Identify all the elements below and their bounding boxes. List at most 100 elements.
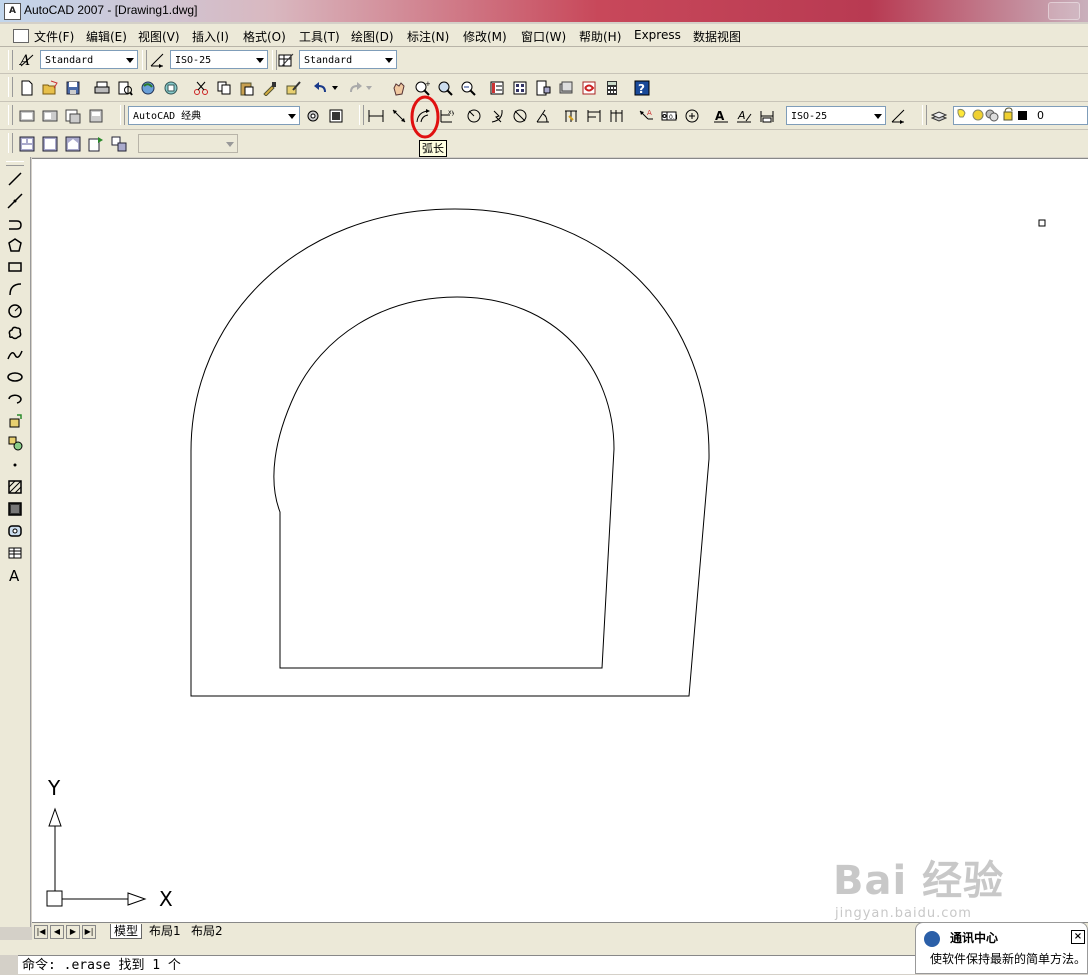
point-tool-icon[interactable] [6, 456, 24, 474]
next-tab-button[interactable]: ▶ [66, 925, 80, 939]
print-icon[interactable] [93, 79, 111, 97]
tab-layout1[interactable]: 布局1 [146, 924, 184, 938]
multiline-text-icon[interactable]: A [6, 566, 24, 584]
first-tab-button[interactable]: |◀ [34, 925, 48, 939]
linear-dimension-icon[interactable] [367, 107, 385, 125]
cut-icon[interactable] [192, 79, 210, 97]
zoom-previous-icon[interactable] [459, 79, 477, 97]
publish-icon[interactable] [139, 79, 157, 97]
polygonal-viewport-icon[interactable] [64, 135, 82, 153]
menu-data-view[interactable]: 数据视图 [693, 28, 741, 45]
autocad-app-icon[interactable]: A [4, 3, 21, 20]
ellipse-tool-icon[interactable] [6, 368, 24, 386]
tolerance-icon[interactable]: 0.1 [660, 107, 678, 125]
menu-format[interactable]: 格式(O) [243, 28, 286, 45]
spline-tool-icon[interactable] [6, 346, 24, 364]
workspace-settings-icon[interactable] [304, 107, 322, 125]
table-style-select[interactable]: Standard [299, 50, 397, 69]
jogged-dimension-icon[interactable] [488, 107, 506, 125]
menu-draw[interactable]: 绘图(D) [351, 28, 394, 45]
workspace-icon-1[interactable] [18, 107, 36, 125]
help-icon[interactable]: ? [633, 79, 651, 97]
construction-line-icon[interactable] [6, 192, 24, 210]
dimension-update-icon[interactable] [758, 107, 776, 125]
polyline-tool-icon[interactable] [6, 214, 24, 232]
design-center-icon[interactable] [511, 79, 529, 97]
toolbar-grip[interactable] [8, 105, 13, 125]
dim-style-select[interactable]: ISO-25 [170, 50, 268, 69]
menu-modify[interactable]: 修改(M) [463, 28, 507, 45]
toolbar-grip[interactable] [6, 161, 24, 166]
quick-leader-icon[interactable]: A [637, 107, 655, 125]
menu-file[interactable]: 文件(F) [34, 28, 74, 45]
menu-dimension[interactable]: 标注(N) [407, 28, 449, 45]
menu-insert[interactable]: 插入(I) [192, 28, 229, 45]
text-style-select[interactable]: Standard [40, 50, 138, 69]
last-tab-button[interactable]: ▶| [82, 925, 96, 939]
undo-dropdown-icon[interactable] [330, 79, 340, 97]
tab-model[interactable]: 模型 [110, 924, 143, 939]
block-editor-icon[interactable] [284, 79, 302, 97]
menu-help[interactable]: 帮助(H) [579, 28, 621, 45]
new-file-icon[interactable] [18, 79, 36, 97]
viewport-scale-select[interactable] [138, 134, 238, 153]
viewports-dialog-icon[interactable] [18, 135, 36, 153]
polygon-tool-icon[interactable] [6, 236, 24, 254]
minimize-button[interactable] [1048, 2, 1080, 20]
layer-control[interactable]: 0 [953, 106, 1088, 125]
dim-style-manager-icon[interactable] [889, 107, 907, 125]
workspace-icon-4[interactable] [87, 107, 105, 125]
toolbar-grip[interactable] [359, 105, 364, 125]
clip-viewport-icon[interactable] [110, 135, 128, 153]
diameter-dimension-icon[interactable] [511, 107, 529, 125]
table-tool-icon[interactable] [6, 544, 24, 562]
markup-set-manager-icon[interactable] [580, 79, 598, 97]
open-folder-icon[interactable] [41, 79, 59, 97]
properties-icon[interactable] [488, 79, 506, 97]
toolbar-grip[interactable] [8, 50, 13, 70]
baseline-dimension-icon[interactable] [585, 107, 603, 125]
line-tool-icon[interactable] [6, 170, 24, 188]
toolbar-grip[interactable] [142, 50, 147, 70]
gradient-tool-icon[interactable] [6, 500, 24, 518]
close-icon[interactable]: × [1071, 930, 1085, 944]
layer-manager-icon[interactable] [930, 107, 948, 125]
circle-tool-icon[interactable] [6, 302, 24, 320]
workspace-icon-2[interactable] [41, 107, 59, 125]
radius-dimension-icon[interactable] [465, 107, 483, 125]
drawing-canvas[interactable]: Y X [32, 158, 1088, 923]
ellipse-arc-tool-icon[interactable] [6, 390, 24, 408]
dimension-edit-icon[interactable]: A [712, 107, 730, 125]
plot-preview-icon[interactable] [116, 79, 134, 97]
quick-dimension-icon[interactable] [562, 107, 580, 125]
menu-tools[interactable]: 工具(T) [299, 28, 340, 45]
table-style-icon[interactable] [277, 51, 295, 69]
dim-style-icon[interactable] [148, 51, 166, 69]
tool-palettes-icon[interactable] [534, 79, 552, 97]
quick-calc-icon[interactable] [603, 79, 621, 97]
match-properties-icon[interactable] [261, 79, 279, 97]
inner-tunnel-outline[interactable] [273, 296, 615, 669]
prev-tab-button[interactable]: ◀ [50, 925, 64, 939]
toolbar-grip[interactable] [120, 105, 125, 125]
toolbar-grip[interactable] [8, 77, 13, 97]
menu-view[interactable]: 视图(V) [138, 28, 180, 45]
comm-center-body[interactable]: 使软件保持最新的简单方法。 [930, 950, 1086, 967]
copy-icon[interactable] [215, 79, 233, 97]
dim-style-control[interactable]: ISO-25 [786, 106, 886, 125]
continue-dimension-icon[interactable] [608, 107, 626, 125]
save-icon[interactable] [64, 79, 82, 97]
insert-block-icon[interactable] [6, 412, 24, 430]
hatch-tool-icon[interactable] [6, 478, 24, 496]
menu-window[interactable]: 窗口(W) [521, 28, 566, 45]
redo-dropdown-icon[interactable] [364, 79, 374, 97]
region-tool-icon[interactable] [6, 522, 24, 540]
arc-tool-icon[interactable] [6, 280, 24, 298]
menu-edit[interactable]: 编辑(E) [86, 28, 127, 45]
toolbar-grip[interactable] [922, 105, 927, 125]
make-block-icon[interactable] [6, 434, 24, 452]
outer-tunnel-outline[interactable] [190, 208, 710, 697]
paste-icon[interactable] [238, 79, 256, 97]
toolbar-grip[interactable] [8, 133, 13, 153]
menu-express[interactable]: Express [634, 28, 681, 42]
